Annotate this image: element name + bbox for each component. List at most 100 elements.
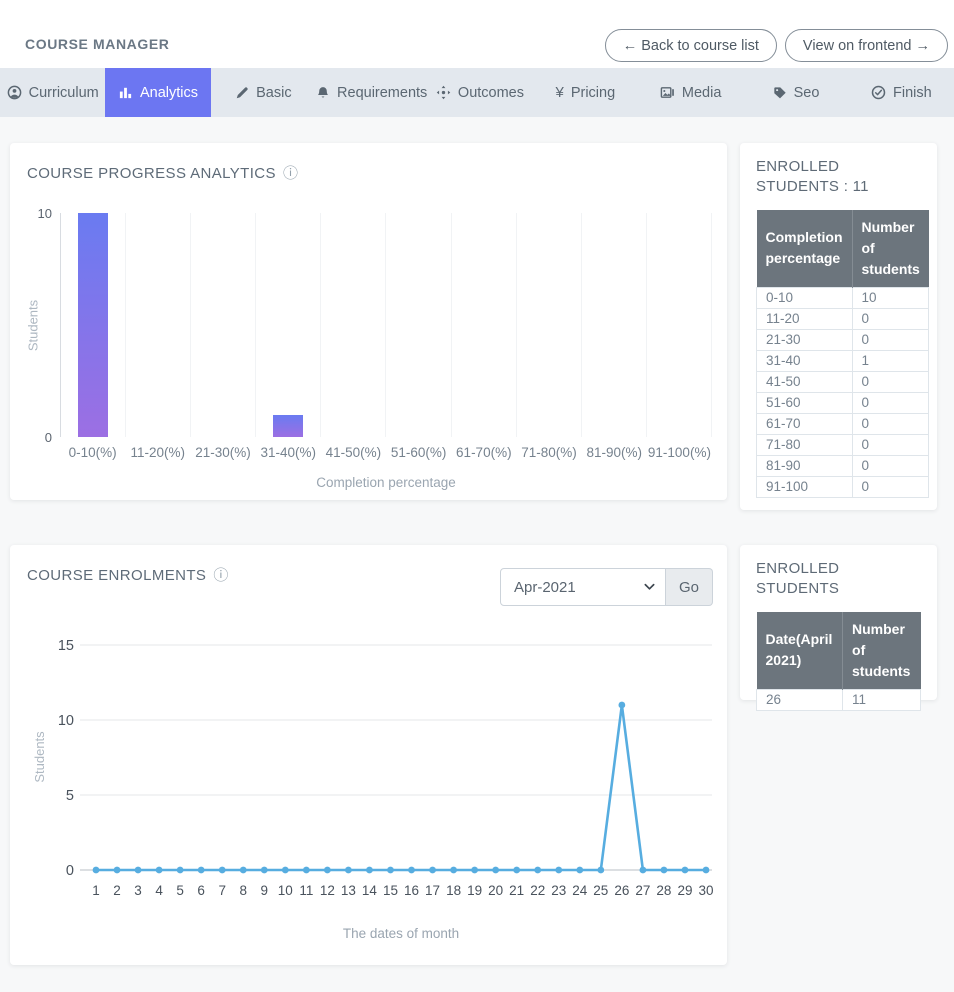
data-point [156,867,163,874]
bar-column [191,213,256,437]
enrolled-students-month-card: ENROLLED STUDENTS Date(April 2021)Number… [740,545,937,700]
bar-column [517,213,582,437]
line-x-tick-label: 2 [113,883,121,898]
tab-seo[interactable]: Seo [743,68,848,117]
move-icon [436,85,451,100]
table-row: 31-401 [757,350,929,371]
bar-x-tick-label: 21-30(%) [190,445,255,460]
bar-x-tick-label: 71-80(%) [516,445,581,460]
line-y-tick-label: 10 [58,713,74,729]
table-cell: 0 [852,329,929,350]
table-cell: 0 [852,392,929,413]
bar-column [582,213,647,437]
table-cell: 11 [843,689,921,710]
bar-chart-plot [60,213,712,437]
line-x-tick-label: 13 [341,883,356,898]
line-x-tick-label: 17 [425,883,440,898]
data-point [639,867,646,874]
bar [273,415,303,437]
data-point [219,867,226,874]
info-icon[interactable]: ⓘ [213,568,228,583]
table-row: 0-1010 [757,287,929,308]
data-point [661,867,668,874]
tab-label: Finish [893,85,932,101]
bar-x-tick-label: 61-70(%) [451,445,516,460]
back-to-course-list-button[interactable]: ← Back to course list [605,29,777,62]
enrolled-students-summary-card: ENROLLED STUDENTS : 11 Completion percen… [740,143,937,510]
line-x-tick-label: 10 [278,883,293,898]
data-point [597,867,604,874]
data-point [576,867,583,874]
table-cell: 0 [852,434,929,455]
month-select-wrap: Apr-2021 [500,568,666,606]
tab-label: Curriculum [29,85,99,101]
data-point [93,867,100,874]
tab-bar: Curriculum Analytics Basic Requirements Outc… [0,68,954,117]
table-row: 51-600 [757,392,929,413]
bar-chart-x-ticks: 0-10(%)11-20(%)21-30(%)31-40(%)41-50(%)5… [60,445,712,460]
line-x-tick-label: 27 [635,883,650,898]
bar-x-tick-label: 81-90(%) [582,445,647,460]
line-x-tick-label: 25 [593,883,608,898]
table-cell: 41-50 [757,371,853,392]
column-header: Number of students [843,612,921,690]
table-cell: 0 [852,455,929,476]
month-select[interactable]: Apr-2021 [500,568,666,606]
bar-chart-y-axis-label: Students [26,281,41,371]
line-x-tick-label: 21 [509,883,524,898]
table-row: 11-200 [757,308,929,329]
data-point [492,867,499,874]
bar-chart-x-axis-label: Completion percentage [60,475,712,490]
tab-basic[interactable]: Basic [211,68,316,117]
check-circle-icon [871,85,886,100]
course-enrolments-title: COURSE ENROLMENTS [27,567,206,584]
table-row: 41-500 [757,371,929,392]
table-row: 21-300 [757,329,929,350]
bar-chart-icon [118,85,133,100]
data-point [450,867,457,874]
tab-media[interactable]: Media [638,68,743,117]
bar-column [61,213,126,437]
line-x-tick-label: 16 [404,883,419,898]
table-cell: 11-20 [757,308,853,329]
data-point [366,867,373,874]
tab-label: Outcomes [458,85,524,101]
tab-finish[interactable]: Finish [849,68,954,117]
table-row: 91-1000 [757,476,929,497]
month-selector-row: Apr-2021 Go [500,568,713,606]
data-point [555,867,562,874]
tab-requirements[interactable]: Requirements [316,68,427,117]
tab-outcomes[interactable]: Outcomes [427,68,532,117]
line-x-tick-label: 23 [551,883,566,898]
tab-pricing[interactable]: ¥Pricing [533,68,638,117]
table-cell: 0 [852,308,929,329]
table-cell: 0-10 [757,287,853,308]
tab-label: Seo [794,85,820,101]
data-point [703,867,710,874]
table-cell: 21-30 [757,329,853,350]
bar-chart-y-min-tick: 0 [10,430,52,445]
course-progress-analytics-title: COURSE PROGRESS ANALYTICS [27,165,276,182]
data-point [471,867,478,874]
data-point [387,867,394,874]
info-icon[interactable]: ⓘ [283,166,298,181]
tab-analytics[interactable]: Analytics [105,68,210,117]
line-x-axis-label: The dates of month [343,926,459,941]
line-x-tick-label: 18 [446,883,461,898]
line-x-tick-label: 15 [383,883,398,898]
enrolled-students-summary-title: ENROLLED STUDENTS : 11 [756,157,921,198]
view-on-frontend-button[interactable]: View on frontend → [785,29,948,62]
bar-column [647,213,712,437]
line-y-axis-label: Students [32,731,47,783]
line-x-tick-label: 28 [656,883,671,898]
go-button[interactable]: Go [666,568,713,606]
data-point [240,867,247,874]
bar-x-tick-label: 51-60(%) [386,445,451,460]
data-point [408,867,415,874]
data-point [682,867,689,874]
tab-curriculum[interactable]: Curriculum [0,68,105,117]
data-point [135,867,142,874]
data-point [261,867,268,874]
card-title-row: COURSE ENROLMENTS ⓘ [27,567,229,584]
tab-label: Basic [256,85,291,101]
